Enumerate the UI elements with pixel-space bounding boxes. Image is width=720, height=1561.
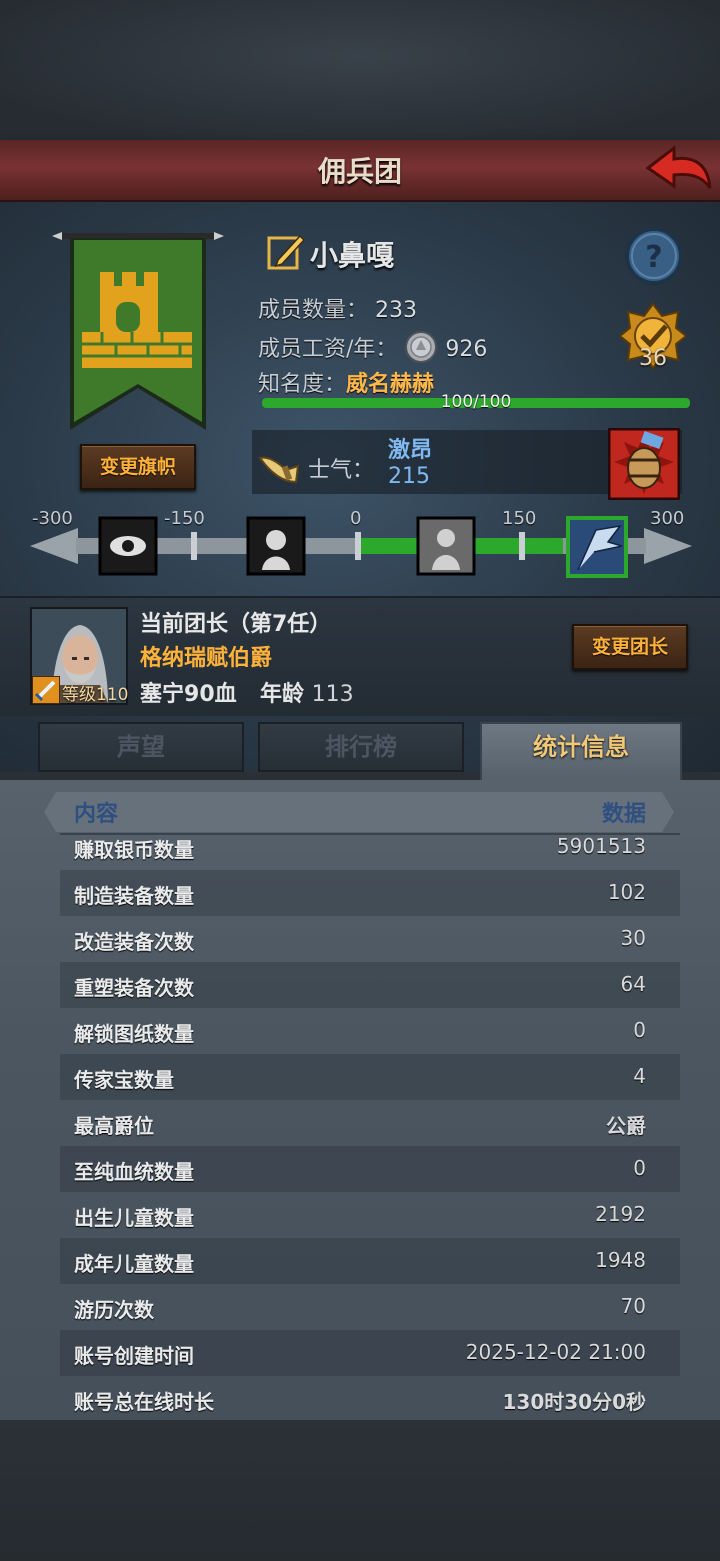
- tab-leaderboard-label: 排行榜: [325, 733, 397, 761]
- row-value: 1948: [595, 1248, 646, 1272]
- morale-value: 215: [388, 464, 430, 489]
- leader-stats: 塞宁90血 年龄 113: [140, 676, 354, 708]
- help-icon[interactable]: ?: [624, 226, 684, 286]
- table-header-data: 数据: [601, 802, 646, 827]
- table-row: 账号创建时间 2025-12-02 21:00: [60, 1330, 680, 1376]
- silver-coin-icon: [405, 331, 438, 363]
- top-background: [0, 0, 720, 140]
- change-banner-label: 变更旗帜: [99, 456, 176, 478]
- tab-statistics-label: 统计信息: [533, 733, 629, 761]
- tab-statistics[interactable]: 统计信息: [480, 722, 682, 782]
- row-key: 最高爵位: [74, 1114, 154, 1138]
- change-banner-button[interactable]: 变更旗帜: [80, 444, 196, 490]
- statistics-rows[interactable]: 赚取银币数量 5901513 制造装备数量 102 改造装备次数 30 重塑装备…: [0, 836, 720, 1420]
- scale-tick-150: 150: [502, 508, 537, 529]
- svg-text:?: ?: [645, 240, 662, 275]
- row-key: 成年儿童数量: [74, 1252, 194, 1276]
- table-row: 解锁图纸数量 0: [60, 1008, 680, 1054]
- morale-stage-calm-icon[interactable]: [416, 516, 476, 576]
- row-value: 5901513: [556, 836, 646, 858]
- row-key: 改造装备次数: [74, 930, 194, 954]
- morale-stage-panic-icon[interactable]: [98, 516, 158, 576]
- fame-progress-text: 100/100: [440, 392, 512, 412]
- table-row: 制造装备数量 102: [60, 870, 680, 916]
- leader-origin: 塞宁: [140, 682, 185, 707]
- table-header-content: 内容: [74, 802, 119, 827]
- row-value: 102: [607, 880, 646, 904]
- leader-name: 格纳瑞赋伯爵: [140, 646, 273, 671]
- row-value: 64: [620, 972, 646, 996]
- morale-state: 激昂: [388, 438, 433, 463]
- table-row: 传家宝数量 4: [60, 1054, 680, 1100]
- leader-age-label: 年龄: [259, 682, 304, 707]
- salary-label: 成员工资/年：: [258, 337, 398, 362]
- table-row: 出生儿童数量 2192: [60, 1192, 680, 1238]
- sword-icon: [32, 676, 60, 704]
- row-key: 制造装备数量: [74, 884, 194, 908]
- leader-level: 等级110: [62, 685, 129, 705]
- tab-reputation[interactable]: 声望: [38, 722, 244, 772]
- table-row: 赚取银币数量 5901513: [60, 836, 680, 870]
- row-key: 至纯血统数量: [74, 1160, 194, 1184]
- horn-icon: [258, 456, 300, 484]
- change-leader-button[interactable]: 变更团长: [572, 624, 688, 670]
- morale-label: 士气：: [308, 458, 375, 483]
- page-title: 佣兵团: [317, 155, 402, 188]
- morale-stage-despair-icon[interactable]: [246, 516, 306, 576]
- leader-title: 当前团长（第7任）: [140, 612, 332, 637]
- row-value: 2192: [595, 1202, 646, 1226]
- row-key: 出生儿童数量: [74, 1206, 194, 1230]
- row-key: 传家宝数量: [74, 1068, 174, 1092]
- row-key: 重塑装备次数: [74, 976, 194, 1000]
- scale-tick-0: 0: [350, 508, 362, 529]
- leader-age-value: 113: [311, 682, 354, 707]
- salary-value: 926: [445, 337, 488, 362]
- row-key: 账号创建时间: [74, 1344, 194, 1368]
- table-row: 重塑装备次数 64: [60, 962, 680, 1008]
- salary-stat: 成员工资/年： 926: [258, 330, 487, 364]
- tab-reputation-label: 声望: [117, 733, 165, 761]
- rank-number: 36: [639, 346, 667, 371]
- row-key: 账号总在线时长: [74, 1390, 214, 1414]
- members-value: 233: [375, 298, 418, 323]
- row-value: 0: [633, 1156, 646, 1180]
- morale-stage-inspired-icon[interactable]: [566, 516, 628, 578]
- change-leader-label: 变更团长: [591, 636, 668, 658]
- row-value: 130时30分0秒: [502, 1390, 647, 1414]
- tab-leaderboard[interactable]: 排行榜: [258, 722, 464, 772]
- row-key: 赚取银币数量: [74, 838, 194, 862]
- row-value: 70: [620, 1294, 646, 1318]
- row-key: 游历次数: [74, 1298, 154, 1322]
- table-row: 游历次数 70: [60, 1284, 680, 1330]
- table-row: 改造装备次数 30: [60, 916, 680, 962]
- table-row: 成年儿童数量 1948: [60, 1238, 680, 1284]
- members-stat: 成员数量： 233: [258, 292, 417, 324]
- row-value: 公爵: [606, 1114, 646, 1138]
- company-name: 小鼻嘎: [310, 239, 395, 272]
- company-banner-flag: [52, 232, 224, 430]
- table-row: 至纯血统数量 0: [60, 1146, 680, 1192]
- header-divider: [60, 833, 680, 835]
- row-value: 30: [620, 926, 646, 950]
- edit-name-icon[interactable]: [266, 232, 306, 272]
- row-value: 2025-12-02 21:00: [465, 1340, 646, 1364]
- back-arrow-icon[interactable]: [644, 144, 714, 194]
- row-value: 0: [633, 1018, 646, 1042]
- table-row: 账号总在线时长 130时30分0秒: [60, 1376, 680, 1420]
- members-label: 成员数量：: [258, 298, 369, 323]
- row-key: 解锁图纸数量: [74, 1022, 194, 1046]
- row-value: 4: [633, 1064, 646, 1088]
- scale-tick-minus-150: -150: [164, 508, 205, 529]
- supply-barrel-icon[interactable]: [608, 428, 680, 500]
- bottom-background: [0, 1420, 720, 1561]
- table-row: 最高爵位 公爵: [60, 1100, 680, 1146]
- scale-tick-300: 300: [650, 508, 685, 529]
- leader-blood: 90血: [184, 682, 237, 707]
- scale-tick-minus-300: -300: [32, 508, 73, 529]
